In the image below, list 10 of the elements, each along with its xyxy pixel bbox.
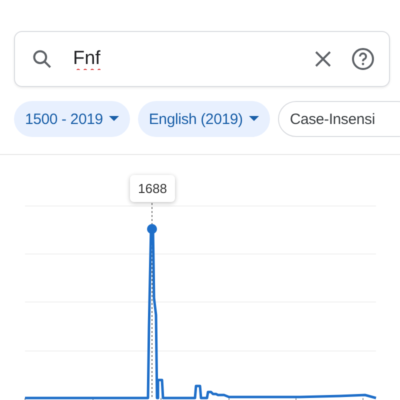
close-icon[interactable] <box>313 49 333 69</box>
filter-dropdown[interactable]: 1500 - 2019 <box>14 101 130 137</box>
filter-chip[interactable]: Case-Insensi <box>278 101 400 137</box>
caret-icon <box>108 116 119 122</box>
chart-tooltip: 1688 <box>130 175 175 202</box>
search-field[interactable]: Fnf <box>14 31 390 87</box>
search-icon <box>31 48 53 70</box>
filter-dropdown[interactable]: English (2019) <box>138 101 270 137</box>
caret-icon <box>248 116 259 122</box>
help-icon[interactable] <box>351 47 375 71</box>
